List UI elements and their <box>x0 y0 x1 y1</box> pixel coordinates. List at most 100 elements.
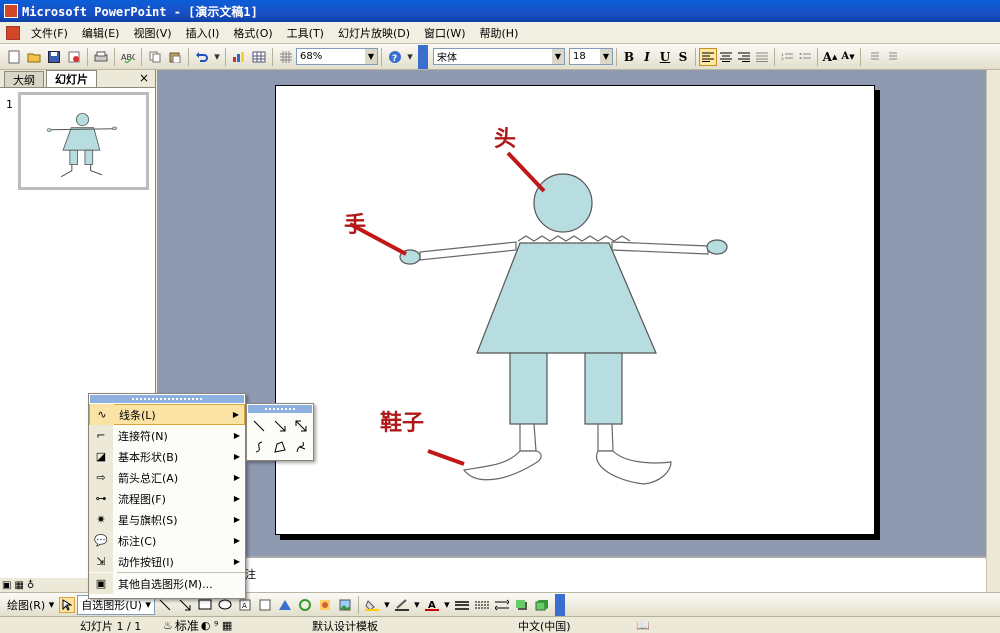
vertical-scrollbar[interactable] <box>986 70 1000 592</box>
fill-color-icon[interactable] <box>364 597 380 613</box>
right-leg-shape[interactable] <box>584 352 623 425</box>
line-style-icon[interactable] <box>454 597 470 613</box>
menu-slideshow[interactable]: 幻灯片放映(D) <box>331 23 417 43</box>
align-center-button[interactable] <box>717 48 735 66</box>
line-color-icon[interactable] <box>394 597 410 613</box>
left-arm-shape[interactable] <box>419 241 517 261</box>
bold-button[interactable]: B <box>620 48 638 66</box>
fill-dropdown-icon[interactable]: ▾ <box>384 597 390 613</box>
font-size-select[interactable]: 18 ▼ <box>569 48 613 65</box>
font-select[interactable]: 宋体 ▼ <box>433 48 565 65</box>
chevron-down-icon[interactable]: ▼ <box>365 49 377 64</box>
decrease-indent-icon[interactable] <box>864 48 882 66</box>
decrease-font-icon[interactable]: A ▼ <box>839 48 857 66</box>
font-color-icon[interactable]: A <box>424 597 440 613</box>
vertical-textbox-icon[interactable] <box>257 597 273 613</box>
font-color-dropdown-icon[interactable]: ▾ <box>444 597 450 613</box>
toolbar-options-icon[interactable] <box>554 593 565 616</box>
close-icon[interactable]: × <box>139 71 149 85</box>
right-hand-shape[interactable] <box>706 239 728 255</box>
line-color-dropdown-icon[interactable]: ▾ <box>414 597 420 613</box>
insert-table-icon[interactable] <box>250 48 268 66</box>
select-objects-icon[interactable] <box>59 596 76 613</box>
menu-item-connectors[interactable]: ⌐ 连接符(N) ▶ <box>89 425 245 446</box>
open-icon[interactable] <box>25 48 43 66</box>
menu-help[interactable]: 帮助(H) <box>473 23 526 43</box>
scribble-icon[interactable] <box>291 437 311 457</box>
spelling-icon[interactable]: ABC <box>119 48 137 66</box>
notes-pane[interactable]: 注 <box>157 556 986 592</box>
menu-file[interactable]: 文件(F) <box>24 23 75 43</box>
menu-tools[interactable]: 工具(T) <box>280 23 331 43</box>
new-icon[interactable] <box>5 48 23 66</box>
menu-item-basic-shapes[interactable]: ◪ 基本形状(B) ▶ <box>89 446 245 467</box>
undo-icon[interactable] <box>193 48 211 66</box>
curve-icon[interactable] <box>249 437 269 457</box>
right-shoe-shape[interactable] <box>595 450 672 485</box>
line-icon[interactable] <box>249 416 269 436</box>
slideshow-view-icon[interactable]: ♁ <box>27 580 34 591</box>
bullets-icon[interactable] <box>796 48 814 66</box>
distribute-button[interactable] <box>753 48 771 66</box>
chevron-down-icon[interactable]: ▼ <box>600 49 612 64</box>
help-icon[interactable]: ? <box>386 48 404 66</box>
increase-indent-icon[interactable] <box>882 48 900 66</box>
collar-shape[interactable] <box>517 235 631 242</box>
head-pointer-line[interactable] <box>506 151 546 193</box>
freeform-icon[interactable] <box>270 437 290 457</box>
shadow-button[interactable]: S <box>674 48 692 66</box>
toolbar-options-icon[interactable] <box>418 44 428 69</box>
zoom-select[interactable]: 68% ▼ <box>296 48 378 65</box>
slide-thumbnail[interactable] <box>18 92 149 190</box>
clipart-icon[interactable] <box>317 597 333 613</box>
3d-style-icon[interactable] <box>534 597 550 613</box>
save-icon[interactable] <box>45 48 63 66</box>
head-shape[interactable] <box>533 173 593 233</box>
arrow-style-icon[interactable] <box>494 597 510 613</box>
numbering-icon[interactable]: 12 <box>778 48 796 66</box>
right-arm-shape[interactable] <box>611 241 709 255</box>
menu-window[interactable]: 窗口(W) <box>417 23 472 43</box>
underline-button[interactable]: U <box>656 48 674 66</box>
menu-item-stars-banners[interactable]: ✷ 星与旗帜(S) ▶ <box>89 509 245 530</box>
body-shape[interactable] <box>476 242 657 354</box>
diagram-icon[interactable] <box>297 597 313 613</box>
label-shoes[interactable]: 鞋子 <box>380 410 424 436</box>
paste-icon[interactable] <box>166 48 184 66</box>
menu-view[interactable]: 视图(V) <box>126 23 178 43</box>
print-icon[interactable] <box>92 48 110 66</box>
document-icon[interactable] <box>6 25 20 40</box>
menu-drag-handle[interactable] <box>90 395 244 403</box>
shadow-style-icon[interactable] <box>514 597 530 613</box>
menu-item-flowchart[interactable]: ⊶ 流程图(F) ▶ <box>89 488 245 509</box>
menu-insert[interactable]: 插入(I) <box>179 23 227 43</box>
menu-edit[interactable]: 编辑(E) <box>75 23 127 43</box>
align-left-button[interactable] <box>699 47 717 66</box>
menu-format[interactable]: 格式(O) <box>226 23 279 43</box>
left-leg-shape[interactable] <box>509 352 548 425</box>
slide-sorter-view-icon[interactable]: ▦ <box>14 580 23 591</box>
submenu-drag-handle[interactable] <box>248 405 312 413</box>
help-dropdown-icon[interactable]: ▾ <box>406 48 414 66</box>
label-head[interactable]: 头 <box>494 126 516 152</box>
undo-dropdown-icon[interactable]: ▾ <box>213 48 221 66</box>
draw-menu-button[interactable]: 绘图(R) ▾ <box>4 595 57 615</box>
menu-item-block-arrows[interactable]: ⇨ 箭头总汇(A) ▶ <box>89 467 245 488</box>
chevron-down-icon[interactable]: ▼ <box>552 49 564 64</box>
tab-slides[interactable]: 幻灯片 <box>46 70 97 87</box>
align-right-button[interactable] <box>735 48 753 66</box>
copy-icon[interactable] <box>146 48 164 66</box>
label-hand[interactable]: 手 <box>344 212 366 238</box>
normal-view-icon[interactable]: ▣ <box>2 580 11 591</box>
menu-item-action-buttons[interactable]: ⇲ 动作按钮(I) ▶ <box>89 551 245 572</box>
dash-style-icon[interactable] <box>474 597 490 613</box>
picture-icon[interactable] <box>337 597 353 613</box>
wordart-icon[interactable] <box>277 597 293 613</box>
tab-outline[interactable]: 大纲 <box>4 71 44 87</box>
insert-chart-icon[interactable] <box>230 48 248 66</box>
double-arrow-icon[interactable] <box>291 416 311 436</box>
slide-canvas[interactable]: 头 手 鞋子 <box>275 85 875 535</box>
menu-item-lines[interactable]: ∿ 线条(L) ▶ <box>89 404 245 425</box>
shoe-pointer-line[interactable] <box>427 449 465 466</box>
menu-item-callouts[interactable]: 💬 标注(C) ▶ <box>89 530 245 551</box>
